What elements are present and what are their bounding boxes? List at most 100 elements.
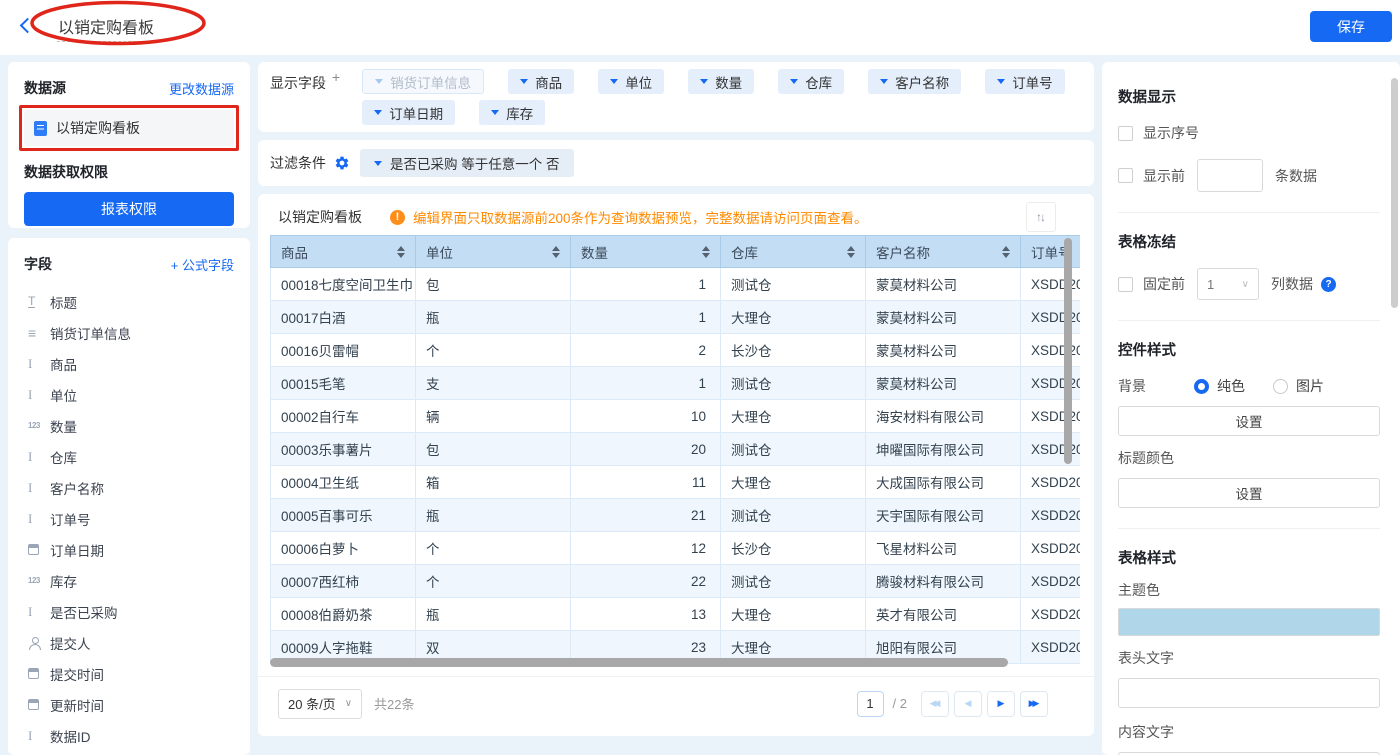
table-cell: 长沙仓 <box>721 532 866 565</box>
field-item-label: 客户名称 <box>50 478 104 498</box>
field-item[interactable]: 提交时间 <box>24 658 234 689</box>
table-cell: 大理仓 <box>721 301 866 334</box>
add-formula-field-link[interactable]: + 公式字段 <box>171 255 234 274</box>
column-header[interactable]: 仓库 <box>721 236 866 268</box>
display-field-tag[interactable]: 商品 <box>508 69 574 94</box>
table-cell: 蒙莫材料公司 <box>866 268 1021 301</box>
title-color-set-button[interactable]: 设置 <box>1118 478 1380 508</box>
sort-asc-icon <box>397 246 405 251</box>
sort-icon[interactable] <box>552 246 560 258</box>
content-text-label: 内容文字 <box>1118 722 1380 742</box>
column-header[interactable]: 客户名称 <box>866 236 1021 268</box>
sort-icon[interactable] <box>397 246 405 258</box>
page-size-select[interactable]: 20 条/页 ∨ <box>278 689 362 719</box>
table-cell: 箱 <box>416 466 571 499</box>
sort-icon[interactable] <box>1002 246 1010 258</box>
table-cell: 辆 <box>416 400 571 433</box>
sort-button[interactable]: ↑↓ <box>1026 202 1056 232</box>
theme-color-swatch[interactable] <box>1118 608 1380 636</box>
field-item-label: 仓库 <box>50 447 77 467</box>
field-item[interactable]: I仓库 <box>24 441 234 472</box>
vertical-scrollbar-thumb[interactable] <box>1064 238 1072 464</box>
freeze-checkbox[interactable] <box>1118 277 1133 292</box>
filter-condition-tag[interactable]: 是否已采购 等于任意一个 否 <box>360 149 574 177</box>
column-header[interactable]: 数量 <box>571 236 721 268</box>
table-cell: 12 <box>571 532 721 565</box>
horizontal-scrollbar-thumb[interactable] <box>270 658 1008 667</box>
panel-scrollbar[interactable] <box>1391 78 1398 308</box>
field-item[interactable]: 123库存 <box>24 565 234 596</box>
add-display-field-button[interactable]: + <box>332 69 340 85</box>
table-cell: 英才有限公司 <box>866 598 1021 631</box>
display-field-tag[interactable]: 订单日期 <box>362 100 455 125</box>
save-button[interactable]: 保存 <box>1310 11 1392 42</box>
image-radio[interactable] <box>1273 379 1288 394</box>
show-first-input[interactable] <box>1197 159 1263 192</box>
text-icon: I <box>28 449 50 465</box>
field-item[interactable]: 订单日期 <box>24 534 234 565</box>
field-item[interactable]: I单位 <box>24 379 234 410</box>
display-field-tag[interactable]: 订单号 <box>985 69 1065 94</box>
display-field-tag[interactable]: 仓库 <box>778 69 844 94</box>
sort-icon[interactable] <box>847 246 855 258</box>
table-cell: 测试仓 <box>721 433 866 466</box>
report-permission-button[interactable]: 报表权限 <box>24 192 234 226</box>
field-item[interactable]: I客户名称 <box>24 472 234 503</box>
left-sidebar: 数据源 更改数据源 以销定购看板 数据获取权限 报表权限 字段 + 公式字段 T… <box>8 62 250 755</box>
tag-label: 客户名称 <box>895 72 949 92</box>
gear-icon[interactable] <box>334 155 350 171</box>
help-icon[interactable]: ? <box>1321 277 1336 292</box>
vertical-scrollbar[interactable] <box>1064 238 1072 623</box>
table-cell: 测试仓 <box>721 268 866 301</box>
sort-icon[interactable] <box>702 246 710 258</box>
horizontal-scrollbar[interactable] <box>270 658 1066 667</box>
prev-page-button[interactable]: ◀ <box>954 691 982 717</box>
display-field-tag[interactable]: 库存 <box>479 100 545 125</box>
display-fields-panel: 显示字段+ 销货订单信息商品单位数量仓库客户名称订单号订单日期库存 <box>258 62 1094 132</box>
back-icon[interactable] <box>20 18 36 34</box>
display-field-tag[interactable]: 客户名称 <box>868 69 961 94</box>
table-cell: 测试仓 <box>721 367 866 400</box>
change-datasource-link[interactable]: 更改数据源 <box>169 79 234 98</box>
last-page-button[interactable]: ▶▶ <box>1020 691 1048 717</box>
display-field-tag[interactable]: 数量 <box>688 69 754 94</box>
display-field-tag-disabled[interactable]: 销货订单信息 <box>362 69 484 94</box>
field-item[interactable]: 更新时间 <box>24 689 234 720</box>
field-item[interactable]: I订单号 <box>24 503 234 534</box>
display-field-tag[interactable]: 单位 <box>598 69 664 94</box>
main-content: 显示字段+ 销货订单信息商品单位数量仓库客户名称订单号订单日期库存 过滤条件 是… <box>258 62 1094 736</box>
freeze-count-select[interactable]: 1 ∨ <box>1197 268 1259 300</box>
field-item[interactable]: ≡销货订单信息 <box>24 317 234 348</box>
field-item[interactable]: 提交人 <box>24 627 234 658</box>
tag-label: 订单号 <box>1012 72 1053 92</box>
table-cell: 00015毛笔 <box>271 367 416 400</box>
next-page-button[interactable]: ▶ <box>987 691 1015 717</box>
column-header[interactable]: 单位 <box>416 236 571 268</box>
header-text-set-button[interactable] <box>1118 678 1380 708</box>
field-item-label: 提交人 <box>50 633 91 653</box>
field-item-label: 提交时间 <box>50 664 104 684</box>
permission-section-title: 数据获取权限 <box>24 162 234 182</box>
solid-color-radio[interactable] <box>1194 379 1209 394</box>
field-item[interactable]: I是否已采购 <box>24 596 234 627</box>
show-first-checkbox[interactable] <box>1118 168 1133 183</box>
freeze-suffix: 列数据 <box>1271 274 1313 294</box>
show-index-checkbox[interactable] <box>1118 126 1133 141</box>
table-row: 00006白萝卜个12长沙仓飞星材料公司XSDD20 <box>271 532 1081 565</box>
page-title[interactable]: 以销定购看板 <box>58 14 154 38</box>
datasource-item[interactable]: 以销定购看板 <box>24 110 234 146</box>
page-input[interactable]: 1 <box>857 691 884 717</box>
field-item[interactable]: 123数量 <box>24 410 234 441</box>
field-item[interactable]: T标题 <box>24 286 234 317</box>
tag-label: 订单日期 <box>389 103 443 123</box>
field-item[interactable]: I商品 <box>24 348 234 379</box>
sort-asc-icon <box>1002 246 1010 251</box>
background-set-button[interactable]: 设置 <box>1118 406 1380 436</box>
field-item[interactable]: I数据ID <box>24 720 234 751</box>
title-color-label: 标题颜色 <box>1118 448 1380 468</box>
first-page-button[interactable]: ◀◀ <box>921 691 949 717</box>
calendar-icon <box>28 699 50 710</box>
column-header[interactable]: 商品 <box>271 236 416 268</box>
table-cell: 00018七度空间卫生巾 <box>271 268 416 301</box>
fields-section-title: 字段 <box>24 254 52 274</box>
